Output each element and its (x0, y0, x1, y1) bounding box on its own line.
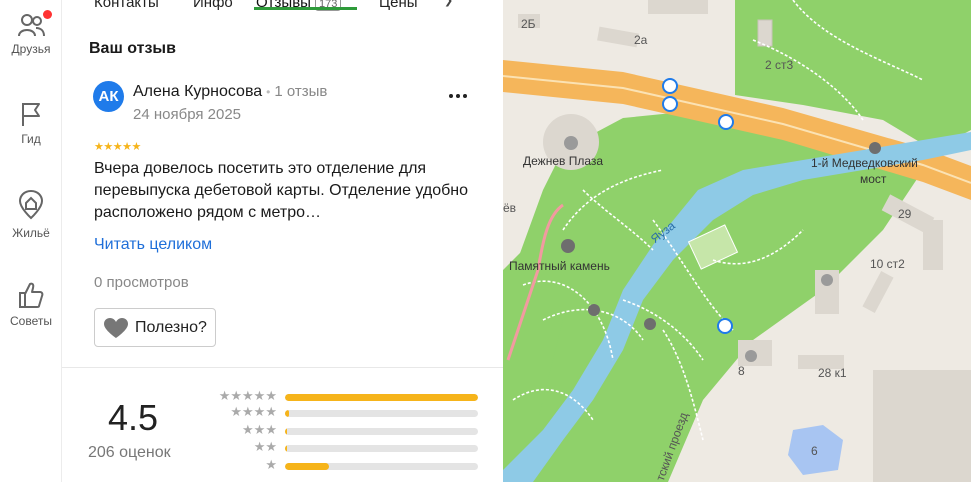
distribution-stars: ★★ (253, 439, 277, 454)
distribution-row: ★ (201, 457, 481, 473)
tab-prices[interactable]: Цены (379, 0, 418, 11)
more-dot-icon (456, 94, 460, 98)
rating-count: 206 оценок (88, 444, 171, 461)
distribution-row: ★★★ (201, 422, 481, 438)
map-canvas[interactable] (503, 0, 971, 482)
distribution-bar-track (285, 410, 478, 417)
review-date: 24 ноября 2025 (133, 106, 242, 123)
review-text: Вчера довелось посетить это отделение дл… (94, 160, 469, 221)
thumbs-up-icon (19, 282, 44, 308)
distribution-bar-fill (285, 428, 287, 435)
map-label-28k1: 28 к1 (818, 366, 847, 380)
rail-item-tips[interactable]: Советы (0, 280, 62, 328)
housing-icon (18, 189, 44, 220)
active-tab-indicator (254, 7, 357, 10)
tabs-more-chevron-icon[interactable]: ❯ (444, 0, 453, 7)
section-divider (62, 367, 503, 368)
friends-icon (18, 14, 45, 37)
rail-label-guide: Гид (21, 132, 41, 146)
distribution-bar-track (285, 445, 478, 452)
distribution-stars: ★★★★ (230, 404, 277, 419)
map-label-bridge: 1-й Медведковский (811, 156, 918, 170)
rail-label-friends: Друзья (11, 42, 51, 56)
rail-item-guide[interactable]: Гид (0, 100, 62, 146)
distribution-row: ★★★★★ (201, 388, 481, 404)
distribution-stars: ★★★★★ (218, 388, 277, 403)
org-panel: Контакты Инфо Отзывы 173 Цены ❯ Ваш отзыв… (62, 0, 503, 482)
map-label-plaza: Дежнев Плаза (523, 154, 604, 168)
left-rail: Друзья Гид Жильё Советы (0, 0, 62, 482)
section-title: Ваш отзыв (89, 40, 176, 57)
flag-icon (22, 103, 40, 126)
useful-button[interactable]: Полезно? (94, 308, 216, 347)
distribution-stars: ★ (265, 457, 277, 472)
map-label-yo: ёв (503, 201, 517, 215)
distribution-bar-track (285, 428, 478, 435)
map-label-8: 8 (738, 364, 745, 378)
distribution-bar-fill (285, 463, 330, 470)
distribution-stars: ★★★ (242, 422, 277, 437)
map-label-29: 29 (898, 207, 912, 221)
review-views: 0 просмотров (94, 274, 189, 291)
more-dot-icon (463, 94, 467, 98)
distribution-bar-fill (285, 394, 478, 401)
heart-icon (104, 317, 128, 338)
map-label-bridge-2: мост (860, 172, 887, 186)
review-author: Алена Курносова • 1 отзыв (133, 83, 327, 101)
rail-label-tips: Советы (10, 314, 52, 328)
more-dot-icon (449, 94, 453, 98)
map-label-memorial-stone: Памятный камень (509, 259, 610, 273)
useful-label: Полезно? (135, 318, 207, 336)
author-review-count: 1 отзыв (274, 83, 328, 100)
distribution-bar-track (285, 463, 478, 470)
map-label-2a: 2а (634, 33, 648, 47)
tab-contacts[interactable]: Контакты (94, 0, 159, 11)
avatar[interactable]: АК (93, 81, 124, 112)
author-name[interactable]: Алена Курносова (133, 83, 262, 100)
map-label-2st3: 2 ст3 (765, 58, 794, 72)
notification-dot (43, 10, 52, 19)
rating-value: 4.5 (108, 397, 159, 438)
distribution-bar-track (285, 394, 478, 401)
author-separator: • (266, 85, 271, 99)
tab-bar: Контакты Инфо Отзывы 173 Цены ❯ (62, 0, 503, 24)
rail-item-housing[interactable]: Жильё (0, 188, 62, 240)
tab-info[interactable]: Инфо (193, 0, 233, 11)
read-more-link[interactable]: Читать целиком (94, 236, 212, 254)
map-label-10st2: 10 ст2 (870, 257, 905, 271)
map-view[interactable]: 2Б 2а 2 ст3 Дежнев Плаза 1-й Медведковск… (503, 0, 971, 482)
distribution-row: ★★ (201, 439, 481, 455)
rail-item-friends[interactable]: Друзья (0, 10, 62, 56)
review-stars: ★★★★★ (94, 141, 141, 153)
distribution-row: ★★★★ (201, 404, 481, 420)
map-label-2b: 2Б (521, 17, 536, 31)
distribution-bar-fill (285, 445, 287, 452)
more-options-button[interactable] (446, 86, 470, 106)
distribution-bar-fill (285, 410, 289, 417)
rail-label-housing: Жильё (12, 226, 50, 240)
map-label-6: 6 (811, 444, 818, 458)
